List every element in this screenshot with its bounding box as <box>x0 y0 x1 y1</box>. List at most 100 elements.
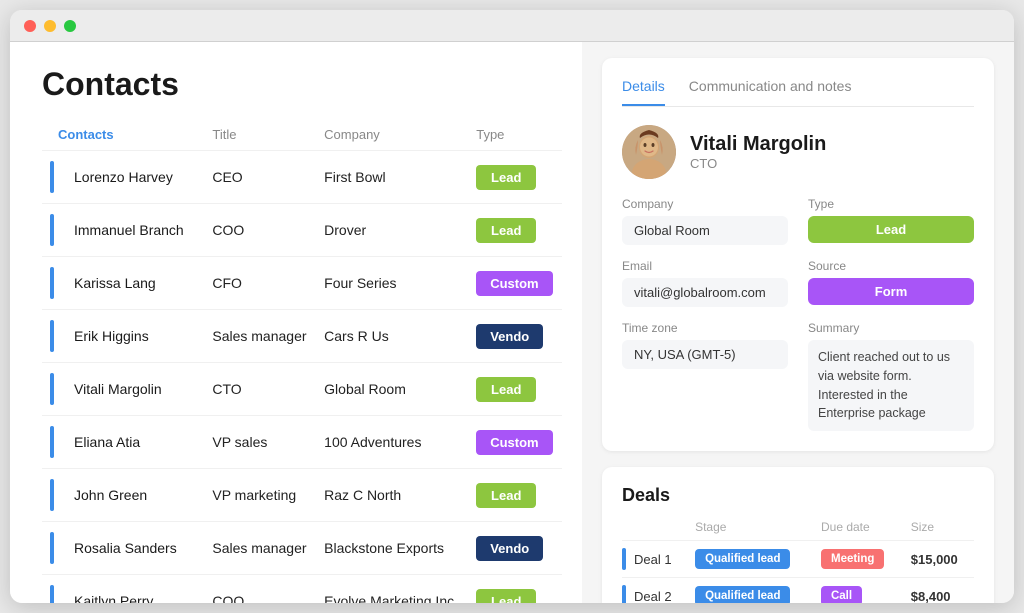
type-badge: Vendo <box>476 536 543 561</box>
contact-name: Immanuel Branch <box>74 222 184 238</box>
contact-company: 100 Adventures <box>316 416 468 469</box>
table-row[interactable]: Vitali Margolin CTO Global Room Lead <box>42 363 562 416</box>
deal-name: Deal 2 <box>634 589 672 604</box>
table-row[interactable]: Rosalia Sanders Sales manager Blackstone… <box>42 522 562 575</box>
table-row[interactable]: Deal 2 Qualified lead Call $8,400 <box>622 578 974 604</box>
contact-type: Lead <box>468 204 562 257</box>
deal-size: $15,000 <box>903 541 974 578</box>
tab-communication[interactable]: Communication and notes <box>689 78 852 106</box>
contact-title: VP sales <box>204 416 316 469</box>
table-row[interactable]: Kaitlyn Perry COO Evolve Marketing Inc. … <box>42 575 562 604</box>
type-badge: Vendo <box>476 324 543 349</box>
table-row[interactable]: Deal 1 Qualified lead Meeting $15,000 <box>622 541 974 578</box>
main-content: Contacts Contacts Title Company Type Lor… <box>10 42 1014 603</box>
deal-bar <box>622 548 626 570</box>
company-field: Company Global Room <box>622 197 788 245</box>
contact-company: Four Series <box>316 257 468 310</box>
tab-details[interactable]: Details <box>622 78 665 106</box>
deal-name: Deal 1 <box>634 552 672 567</box>
row-bar <box>50 585 54 603</box>
avatar <box>622 125 676 179</box>
timezone-field: Time zone NY, USA (GMT-5) <box>622 321 788 431</box>
table-row[interactable]: Lorenzo Harvey CEO First Bowl Lead <box>42 151 562 204</box>
close-button[interactable] <box>24 20 36 32</box>
contact-type: Lead <box>468 575 562 604</box>
deal-due-badge: Meeting <box>821 549 884 569</box>
col-deal-size: Size <box>903 520 974 541</box>
right-panel: Details Communication and notes <box>582 42 1014 603</box>
col-contacts: Contacts <box>42 123 204 151</box>
deal-due: Call <box>813 578 903 604</box>
timezone-label: Time zone <box>622 321 788 335</box>
contact-title: CTO <box>204 363 316 416</box>
contact-company: Blackstone Exports <box>316 522 468 575</box>
contact-header: Vitali Margolin CTO <box>622 125 974 179</box>
col-deal-due: Due date <box>813 520 903 541</box>
contact-type: Lead <box>468 469 562 522</box>
contact-name: Kaitlyn Perry <box>74 593 153 603</box>
contacts-table: Contacts Title Company Type Lorenzo Harv… <box>42 123 562 603</box>
contact-company: Global Room <box>316 363 468 416</box>
contact-type: Custom <box>468 416 562 469</box>
row-bar <box>50 320 54 352</box>
timezone-value: NY, USA (GMT-5) <box>622 340 788 369</box>
maximize-button[interactable] <box>64 20 76 32</box>
deal-bar <box>622 585 626 603</box>
deal-stage: Qualified lead <box>687 541 813 578</box>
table-row[interactable]: Karissa Lang CFO Four Series Custom <box>42 257 562 310</box>
tabs-row: Details Communication and notes <box>622 78 974 107</box>
col-type: Type <box>468 123 562 151</box>
contact-company: Drover <box>316 204 468 257</box>
contact-name: Lorenzo Harvey <box>74 169 173 185</box>
type-badge: Lead <box>476 218 536 243</box>
contact-company: Evolve Marketing Inc. <box>316 575 468 604</box>
minimize-button[interactable] <box>44 20 56 32</box>
contact-name-cell: Eliana Atia <box>42 416 204 469</box>
type-badge: Custom <box>476 430 552 455</box>
email-value: vitali@globalroom.com <box>622 278 788 307</box>
type-badge: Lead <box>476 483 536 508</box>
col-company: Company <box>316 123 468 151</box>
source-field: Source Form <box>808 259 974 307</box>
deals-title: Deals <box>622 485 974 506</box>
contact-title: COO <box>204 204 316 257</box>
contact-name-cell: Immanuel Branch <box>42 204 204 257</box>
row-bar <box>50 373 54 405</box>
table-row[interactable]: Erik Higgins Sales manager Cars R Us Ven… <box>42 310 562 363</box>
contact-title: CFO <box>204 257 316 310</box>
deal-stage-badge: Qualified lead <box>695 586 790 603</box>
contact-name: Vitali Margolin <box>690 133 826 156</box>
contact-name: Erik Higgins <box>74 328 149 344</box>
table-row[interactable]: John Green VP marketing Raz C North Lead <box>42 469 562 522</box>
deals-table: Stage Due date Size Deal 1 Qualified lea… <box>622 520 974 603</box>
contact-name: John Green <box>74 487 147 503</box>
page-title: Contacts <box>42 66 562 103</box>
deals-card: Deals Stage Due date Size Deal 1 <box>602 467 994 603</box>
table-row[interactable]: Immanuel Branch COO Drover Lead <box>42 204 562 257</box>
summary-field: Summary Client reached out to us via web… <box>808 321 974 431</box>
contact-name: Rosalia Sanders <box>74 540 177 556</box>
contact-name-cell: Karissa Lang <box>42 257 204 310</box>
col-deal-stage: Stage <box>687 520 813 541</box>
col-deal-name <box>622 520 687 541</box>
type-badge: Custom <box>476 271 552 296</box>
contact-name: Vitali Margolin <box>74 381 162 397</box>
contact-info: Vitali Margolin CTO <box>690 133 826 171</box>
contact-type: Custom <box>468 257 562 310</box>
contacts-panel: Contacts Contacts Title Company Type Lor… <box>10 42 582 603</box>
type-badge: Lead <box>808 216 974 243</box>
contact-name-cell: Vitali Margolin <box>42 363 204 416</box>
type-badge: Lead <box>476 377 536 402</box>
contact-name-cell: Erik Higgins <box>42 310 204 363</box>
email-label: Email <box>622 259 788 273</box>
summary-label: Summary <box>808 321 974 335</box>
contact-type: Vendo <box>468 522 562 575</box>
row-bar <box>50 426 54 458</box>
contact-name-cell: Lorenzo Harvey <box>42 151 204 204</box>
contact-company: Raz C North <box>316 469 468 522</box>
table-row[interactable]: Eliana Atia VP sales 100 Adventures Cust… <box>42 416 562 469</box>
contact-name-cell: Kaitlyn Perry <box>42 575 204 604</box>
detail-card: Details Communication and notes <box>602 58 994 451</box>
contact-company: First Bowl <box>316 151 468 204</box>
contact-name: Eliana Atia <box>74 434 140 450</box>
